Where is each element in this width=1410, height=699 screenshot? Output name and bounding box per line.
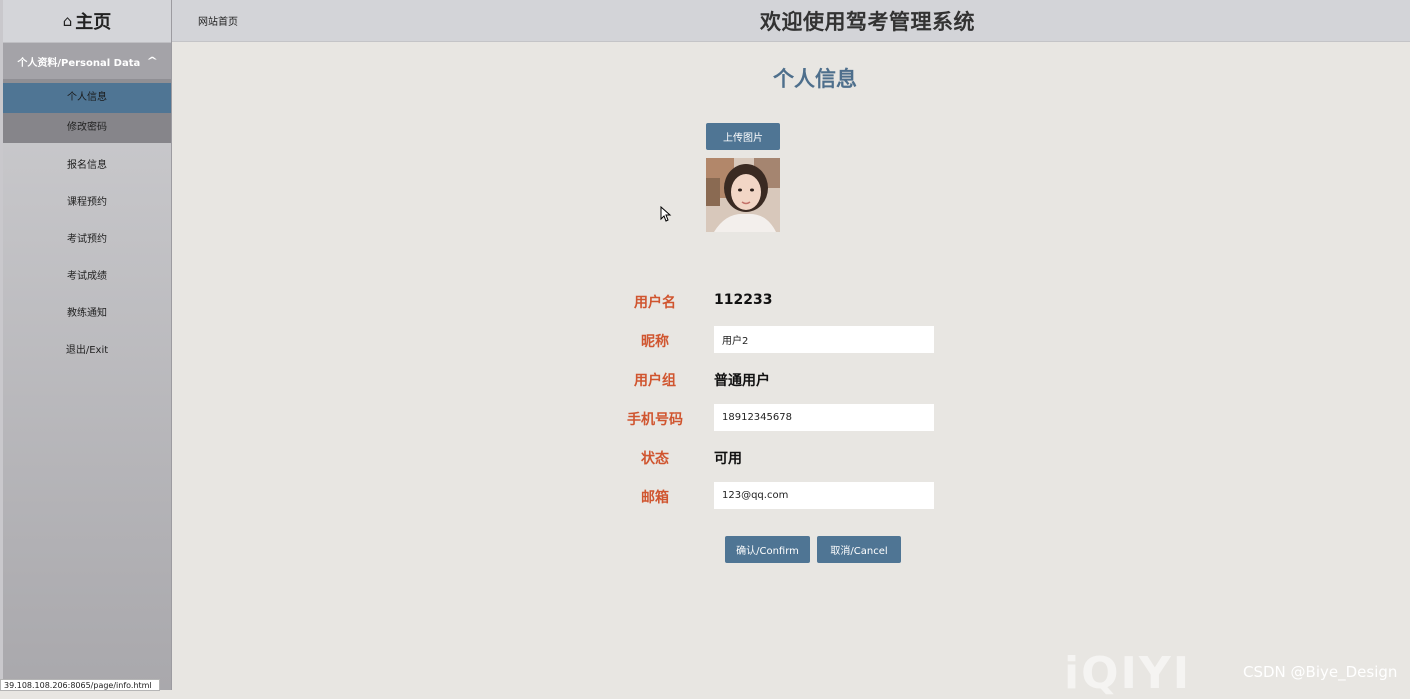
breadcrumb-home-link[interactable]: 网站首页: [198, 13, 238, 28]
sidebar-group-label: 个人资料/Personal Data: [17, 57, 141, 69]
sidebar-item-course-booking[interactable]: 课程预约: [3, 184, 171, 221]
nickname-field[interactable]: [714, 326, 934, 353]
csdn-watermark: CSDN @Biye_Design: [1243, 663, 1398, 681]
sidebar-item-exit[interactable]: 退出/Exit: [3, 332, 171, 369]
chevron-up-icon: ^: [146, 55, 159, 67]
sidebar-item-exam-results[interactable]: 考试成绩: [3, 258, 171, 295]
site-title: 欢迎使用驾考管理系统: [760, 10, 975, 34]
status-label: 状态: [641, 451, 669, 467]
sidebar: ⌂ 主页 个人资料/Personal Data ^ 个人信息 修改密码 报名信息…: [0, 0, 172, 690]
sidebar-item-coach-notice[interactable]: 教练通知: [3, 295, 171, 332]
cancel-button[interactable]: 取消/Cancel: [817, 536, 901, 563]
user-group-label: 用户组: [634, 373, 676, 389]
sidebar-item-change-password[interactable]: 修改密码: [3, 113, 171, 143]
sidebar-home-label: 主页: [75, 12, 112, 33]
sidebar-home[interactable]: ⌂ 主页: [3, 0, 171, 43]
email-label: 邮箱: [641, 490, 669, 506]
phone-label: 手机号码: [627, 412, 683, 428]
avatar: [706, 158, 780, 232]
status-bar-url: 39.108.108.206:8065/page/info.html: [0, 679, 160, 691]
sidebar-group-personal-data[interactable]: 个人资料/Personal Data ^: [3, 43, 171, 83]
email-field[interactable]: [714, 482, 934, 509]
top-bar: 网站首页 欢迎使用驾考管理系统: [172, 0, 1410, 42]
avatar-photo: [706, 158, 780, 232]
confirm-button[interactable]: 确认/Confirm: [725, 536, 810, 563]
username-value: 112233: [714, 292, 773, 308]
mouse-cursor-icon: [660, 206, 672, 222]
sidebar-item-exam-booking[interactable]: 考试预约: [3, 221, 171, 258]
user-group-value: 普通用户: [714, 373, 770, 389]
upload-image-button[interactable]: 上传图片: [706, 123, 780, 150]
home-icon: ⌂: [62, 12, 73, 30]
nickname-label: 昵称: [641, 334, 669, 350]
page-title: 个人信息: [773, 67, 857, 91]
status-value: 可用: [714, 451, 742, 467]
phone-field[interactable]: [714, 404, 934, 431]
sidebar-item-registration[interactable]: 报名信息: [3, 147, 171, 184]
username-label: 用户名: [634, 295, 676, 311]
sidebar-item-personal-info[interactable]: 个人信息: [3, 83, 171, 113]
iqiyi-watermark: iQIYI: [1064, 648, 1192, 699]
